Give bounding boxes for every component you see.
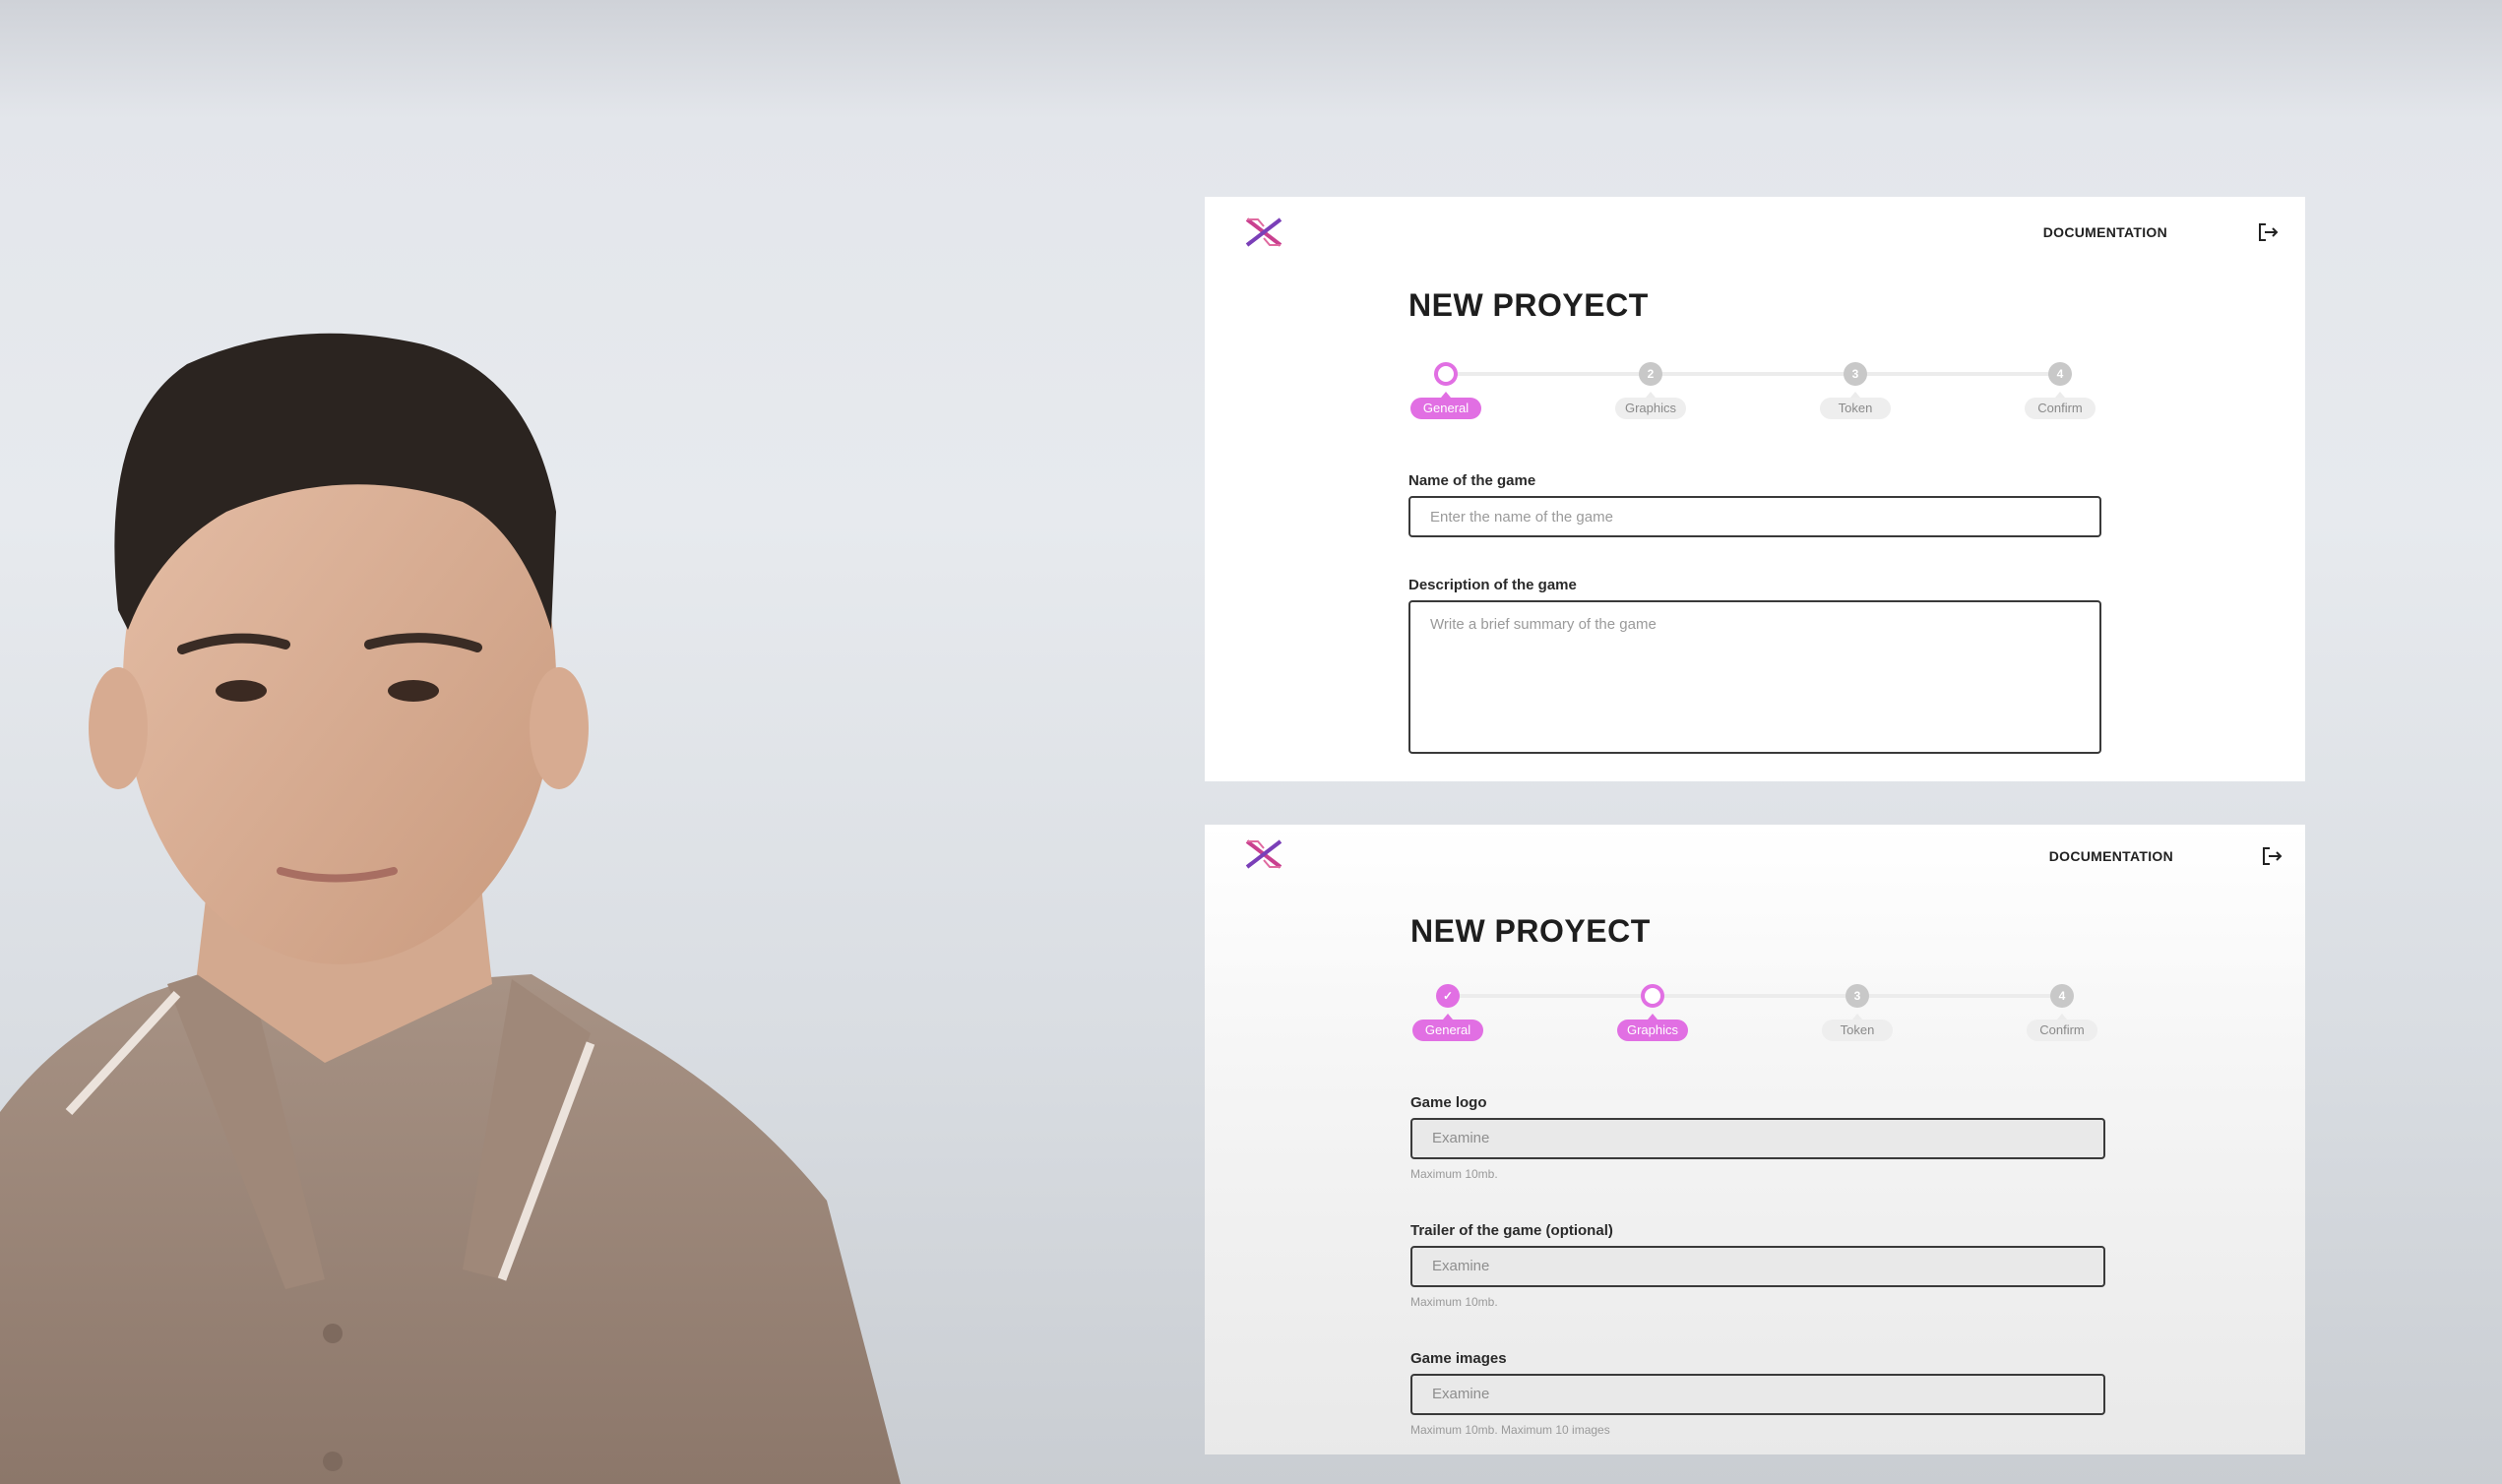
step-number: 4 (2048, 362, 2072, 386)
logout-icon[interactable] (2256, 220, 2280, 244)
step-graphics[interactable]: Graphics (1615, 976, 1690, 1055)
game-name-label: Name of the game (1408, 472, 1536, 489)
game-description-label: Description of the game (1408, 577, 1577, 593)
game-logo-label: Game logo (1410, 1094, 1487, 1111)
page-title: NEW PROYECT (1408, 287, 1649, 323)
step-confirm[interactable]: 4 Confirm (2025, 976, 2099, 1055)
documentation-link[interactable]: DOCUMENTATION (2043, 224, 2167, 240)
step-label-general: General (1412, 1020, 1483, 1041)
progress-stepper: ✓ General Graphics 3 Token 4 Confirm (1410, 976, 2111, 1055)
x-logo-icon[interactable] (1244, 216, 1283, 248)
game-images-file-input[interactable]: Examine (1410, 1374, 2105, 1415)
game-trailer-hint: Maximum 10mb. (1410, 1295, 1498, 1309)
game-name-input[interactable] (1408, 496, 2101, 537)
step-token[interactable]: 3 Token (1818, 354, 1893, 433)
step-graphics[interactable]: 2 Graphics (1613, 354, 1688, 433)
step-number: 2 (1639, 362, 1662, 386)
step-general[interactable]: General (1408, 354, 1483, 433)
new-project-panel-general: DOCUMENTATION NEW PROYECT General 2 Grap… (1205, 197, 2305, 781)
documentation-link[interactable]: DOCUMENTATION (2049, 848, 2173, 864)
step-indicator-active (1434, 362, 1458, 386)
game-images-hint: Maximum 10mb. Maximum 10 images (1410, 1423, 1610, 1437)
step-confirm[interactable]: 4 Confirm (2023, 354, 2097, 433)
step-label-token: Token (1820, 398, 1891, 419)
progress-stepper: General 2 Graphics 3 Token 4 Confirm (1408, 354, 2109, 433)
game-trailer-label: Trailer of the game (optional) (1410, 1222, 1613, 1239)
step-general[interactable]: ✓ General (1410, 976, 1485, 1055)
game-logo-file-input[interactable]: Examine (1410, 1118, 2105, 1159)
step-label-graphics: Graphics (1617, 1020, 1688, 1041)
step-token[interactable]: 3 Token (1820, 976, 1895, 1055)
step-label-confirm: Confirm (2025, 398, 2095, 419)
step-label-token: Token (1822, 1020, 1893, 1041)
step-label-confirm: Confirm (2027, 1020, 2097, 1041)
logout-icon[interactable] (2260, 844, 2283, 868)
game-images-label: Game images (1410, 1350, 1507, 1367)
step-number: 3 (1844, 362, 1867, 386)
x-logo-icon[interactable] (1244, 838, 1283, 870)
stepper-track (1448, 994, 2074, 998)
page-title: NEW PROYECT (1410, 913, 1651, 949)
step-indicator-active (1641, 984, 1664, 1008)
new-project-panel-graphics: DOCUMENTATION NEW PROYECT ✓ General Grap… (1205, 825, 2305, 1454)
step-label-general: General (1410, 398, 1481, 419)
presenter-figure (0, 333, 901, 1484)
step-label-graphics: Graphics (1615, 398, 1686, 419)
check-icon: ✓ (1436, 984, 1460, 1008)
stepper-track (1446, 372, 2072, 376)
game-trailer-file-input[interactable]: Examine (1410, 1246, 2105, 1287)
game-logo-hint: Maximum 10mb. (1410, 1167, 1498, 1181)
step-number: 4 (2050, 984, 2074, 1008)
game-description-textarea[interactable] (1408, 600, 2101, 754)
step-number: 3 (1845, 984, 1869, 1008)
